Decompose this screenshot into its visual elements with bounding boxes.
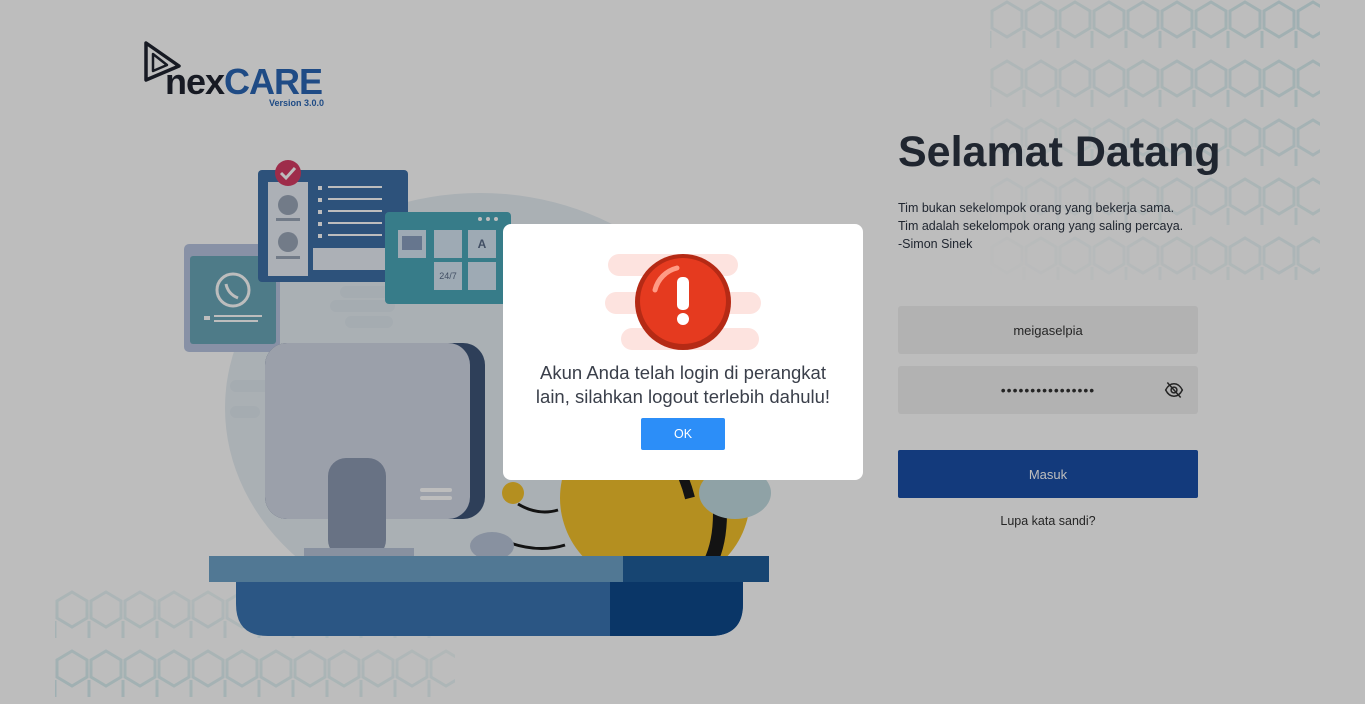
alert-message: Akun Anda telah login di perangkat lain,… (535, 362, 831, 407)
alert-dialog: Akun Anda telah login di perangkat lain,… (503, 224, 863, 480)
ok-button[interactable]: OK (641, 418, 725, 450)
exclamation-icon (605, 254, 761, 350)
login-page: nexCARE Version 3.0.0 A 24/7 Selamat Dat… (0, 0, 1365, 704)
